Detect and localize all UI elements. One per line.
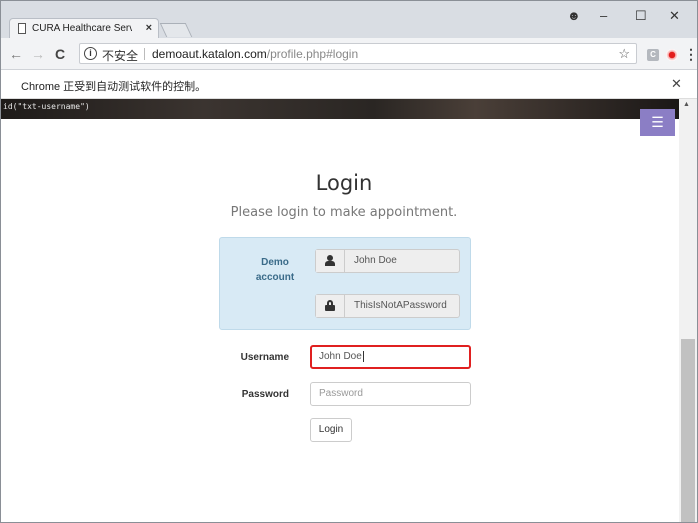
password-placeholder: Password — [319, 388, 363, 399]
extension-icon[interactable]: C — [647, 49, 659, 61]
demo-account-panel: Demo account John Doe ThisIsNotAPassword — [219, 237, 471, 330]
tab-cura[interactable]: CURA Healthcare Servi × — [9, 18, 159, 38]
info-icon[interactable]: i — [84, 47, 97, 60]
demo-password: ThisIsNotAPassword — [354, 300, 447, 311]
address-bar[interactable]: i 不安全 demoaut.katalon.com/profile.php#lo… — [79, 43, 637, 64]
password-label: Password — [241, 389, 289, 400]
demo-password-group: ThisIsNotAPassword — [315, 294, 460, 318]
forward-icon[interactable]: → — [31, 46, 45, 62]
profile-icon[interactable]: ☻ — [567, 8, 581, 23]
demo-label-line1: Demo — [261, 257, 289, 268]
page-title: Login — [315, 171, 373, 195]
new-tab-button[interactable] — [159, 23, 193, 37]
header-image: id("txt-username") — [1, 99, 679, 119]
bookmark-star-icon[interactable]: ☆ — [618, 46, 630, 62]
text-caret — [362, 350, 364, 362]
security-label: 不安全 — [102, 49, 139, 63]
password-input[interactable]: Password — [310, 382, 471, 406]
reload-icon[interactable]: C — [55, 46, 65, 62]
back-icon[interactable]: ← — [9, 46, 23, 62]
hamburger-icon: ☰ — [651, 114, 664, 130]
more-menu-icon[interactable]: ⋮ — [684, 46, 697, 63]
document-icon — [18, 23, 26, 34]
window-close-icon[interactable]: ✕ — [669, 8, 680, 24]
url-host: demoaut.katalon.com — [152, 47, 267, 61]
scroll-up-icon[interactable]: ▲ — [683, 101, 690, 108]
url-text: demoaut.katalon.com/profile.php#login — [152, 47, 358, 61]
user-addon — [316, 250, 345, 272]
url-path: /profile.php#login — [266, 47, 359, 61]
username-value: John Doe — [319, 351, 362, 362]
menu-toggle-button[interactable]: ☰ — [640, 109, 675, 136]
demo-username: John Doe — [354, 255, 397, 266]
demo-username-group: John Doe — [315, 249, 460, 273]
title-bar: CURA Healthcare Servi × ☻ – ☐ ✕ — [1, 1, 697, 38]
infobar-message: Chrome 正受到自动测试软件的控制。 — [21, 81, 207, 93]
tab-close-icon[interactable]: × — [146, 22, 152, 34]
login-button[interactable]: Login — [310, 418, 352, 442]
divider — [144, 48, 145, 60]
demo-label-line2: account — [255, 272, 295, 283]
username-input[interactable]: John Doe — [310, 345, 471, 369]
browser-toolbar: ← → C i 不安全 demoaut.katalon.com/profile.… — [1, 38, 697, 70]
user-icon — [325, 254, 335, 266]
scrollbar[interactable]: ▲ — [679, 99, 697, 522]
lock-addon — [316, 295, 345, 317]
browser-window: CURA Healthcare Servi × ☻ – ☐ ✕ ← → C i … — [0, 0, 698, 523]
page-subtitle: Please login to make appointment. — [230, 205, 458, 220]
tab-title: CURA Healthcare Servi — [32, 23, 132, 34]
scrollbar-thumb[interactable] — [681, 339, 695, 522]
infobar-close-icon[interactable]: ✕ — [671, 76, 682, 92]
debug-locator-text: id("txt-username") — [3, 102, 90, 111]
lock-icon — [325, 299, 335, 311]
demo-account-label: Demo account — [250, 255, 300, 285]
page-content: id("txt-username") ☰ Login Please login … — [1, 99, 679, 522]
minimize-icon[interactable]: – — [600, 8, 607, 23]
automation-infobar: Chrome 正受到自动测试软件的控制。 ✕ — [1, 71, 697, 99]
maximize-icon[interactable]: ☐ — [635, 8, 647, 24]
username-label: Username — [240, 352, 289, 363]
record-extension-icon[interactable] — [666, 49, 678, 61]
